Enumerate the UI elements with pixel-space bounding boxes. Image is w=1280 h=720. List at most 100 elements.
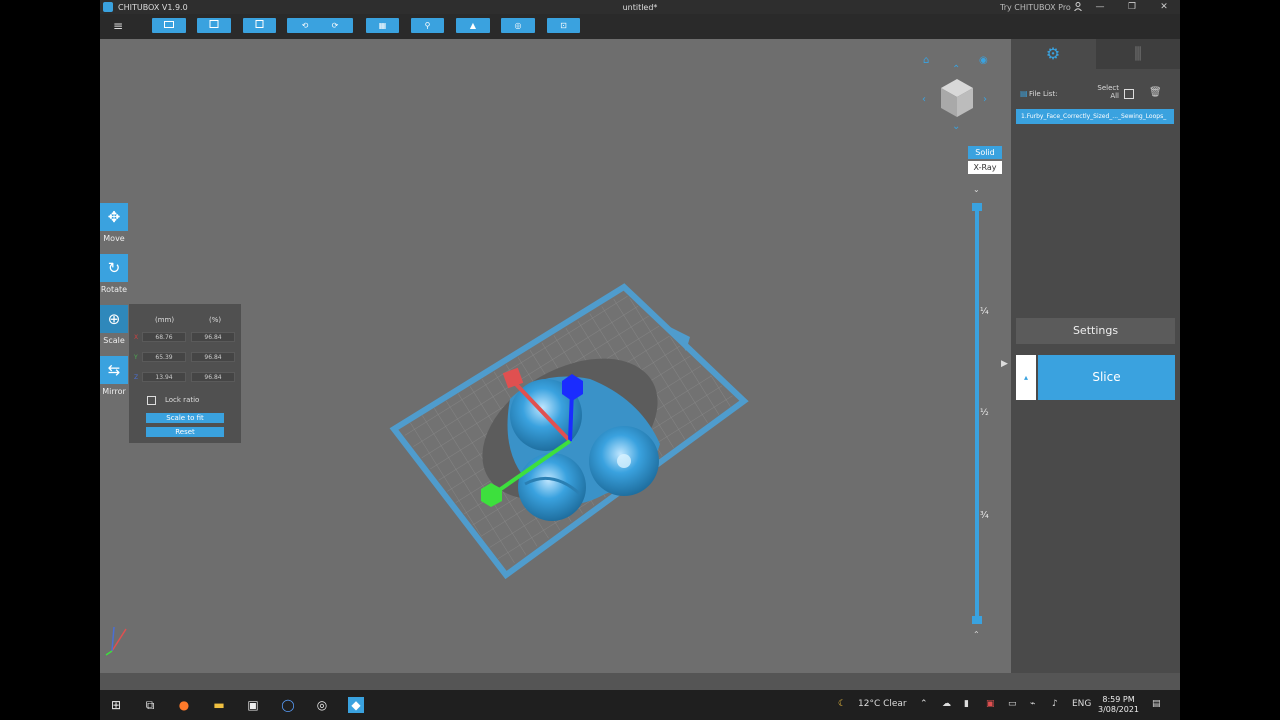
try-pro-link[interactable]: Try CHITUBOX Pro — [1000, 3, 1071, 12]
main-toolbar: ≡ ⟲ ⟳ ▦ ⚲ ▲ ◎ ⊡ — [100, 14, 1180, 39]
mirror-tool-button[interactable]: ⇆ — [100, 356, 128, 384]
app-tray-icon[interactable]: ▣ — [986, 699, 995, 709]
x-mm-field[interactable]: 68.76 — [142, 332, 186, 342]
weather-text[interactable]: 12°C Clear — [858, 699, 907, 709]
x-axis-label: X — [134, 334, 139, 341]
select-all-label: Select All — [1097, 84, 1119, 100]
xray-view-button[interactable]: X-Ray — [968, 161, 1002, 174]
layer-slider-track[interactable] — [975, 207, 979, 620]
save-button[interactable] — [197, 18, 231, 33]
move-tool-button[interactable]: ✥ — [100, 203, 128, 231]
windows-taskbar: ⊞ ⧉ ● ▬ ▣ ◯ ◎ ◆ ☾ 12°C Clear ⌃ ☁ ▮ ▣ ▭ ⌁… — [100, 690, 1180, 720]
move-label: Move — [103, 234, 125, 243]
tools-button[interactable]: ⊡ — [547, 18, 580, 33]
select-all-checkbox[interactable] — [1124, 89, 1134, 99]
percent-header: (%) — [209, 316, 222, 324]
solid-view-button[interactable]: Solid — [968, 146, 1002, 159]
hollow-icon: ▲ — [469, 21, 477, 30]
cloud-icon[interactable]: ☁ — [942, 699, 951, 709]
settings-button[interactable]: Settings — [1016, 318, 1175, 344]
arrow-right-icon[interactable]: › — [983, 94, 987, 105]
trash-icon[interactable]: 🗑 — [1149, 87, 1162, 98]
drill-button[interactable]: ◎ — [501, 18, 535, 33]
file-explorer-icon[interactable]: ▬ — [211, 697, 227, 713]
redo-icon[interactable]: ⟳ — [320, 18, 350, 33]
terminal-icon[interactable]: ▣ — [245, 697, 261, 713]
z-mm-field[interactable]: 13.94 — [142, 372, 186, 382]
tab-supports[interactable]: ⫼ — [1096, 39, 1180, 69]
tab-settings[interactable]: ⚙ — [1011, 39, 1095, 69]
chat-app-icon[interactable]: ◯ — [280, 697, 296, 713]
eye-icon[interactable]: ◉ — [979, 55, 988, 66]
arrow-left-icon[interactable]: ‹ — [922, 94, 926, 105]
home-view-icon[interactable]: ⌂ — [923, 55, 929, 66]
file-list-label: File List: — [1029, 90, 1058, 98]
close-button[interactable]: ✕ — [1150, 0, 1178, 14]
y-percent-field[interactable]: 96.84 — [191, 352, 235, 362]
task-view-icon[interactable]: ⧉ — [142, 697, 158, 713]
z-percent-field[interactable]: 96.84 — [191, 372, 235, 382]
x-percent-field[interactable]: 96.84 — [191, 332, 235, 342]
scale-to-fit-button[interactable]: Scale to fit — [146, 413, 224, 423]
layer-slider-top-knob[interactable] — [972, 203, 982, 211]
slice-button[interactable]: Slice — [1038, 355, 1175, 400]
scale-icon: ⊕ — [107, 310, 121, 328]
build-plate-scene[interactable] — [380, 269, 770, 589]
minimize-button[interactable]: — — [1086, 0, 1114, 14]
project-button[interactable] — [243, 18, 276, 33]
slider-mark-half: ½ — [980, 408, 989, 418]
auto-layout-button[interactable]: ▦ — [366, 18, 399, 33]
file-list-item[interactable]: 1.Furby_Face_Correctly_Sized_..._Sewing_… — [1016, 109, 1174, 124]
clock[interactable]: 8:59 PM 3/08/2021 — [1098, 695, 1139, 715]
lock-ratio-checkbox[interactable] — [147, 396, 156, 405]
scale-tool-button[interactable]: ⊕ — [100, 305, 128, 333]
app-logo-icon — [103, 2, 113, 12]
undo-icon[interactable]: ⟲ — [290, 18, 320, 33]
hollow-button[interactable]: ▲ — [456, 18, 490, 33]
move-icon: ✥ — [107, 208, 121, 226]
rotate-tool-button[interactable]: ↻ — [100, 254, 128, 282]
windows-start-icon[interactable]: ⊞ — [108, 697, 124, 713]
arrow-down-icon[interactable]: ⌄ — [952, 121, 960, 132]
right-letterbox — [1180, 0, 1280, 690]
volume-icon[interactable]: ♪ — [1052, 699, 1058, 709]
network-icon[interactable]: ⌁ — [1030, 699, 1035, 709]
chevron-up-icon[interactable]: ⌃ — [973, 630, 980, 639]
firefox-icon[interactable]: ● — [176, 697, 192, 713]
slice-options-button[interactable]: ▴ — [1016, 355, 1036, 400]
tray-expand-icon[interactable]: ⌃ — [920, 699, 928, 709]
slider-mark-quarter: ¼ — [980, 307, 989, 317]
user-icon[interactable] — [1074, 1, 1082, 13]
layout-icon: ▦ — [378, 21, 387, 30]
mm-header: (mm) — [155, 316, 175, 324]
expand-arrow-icon[interactable]: ▶ — [1001, 359, 1008, 369]
y-mm-field[interactable]: 65.39 — [142, 352, 186, 362]
menu-icon[interactable]: ≡ — [113, 19, 123, 33]
clock-date: 3/08/2021 — [1098, 705, 1140, 714]
axis-indicator — [105, 626, 127, 656]
view-cube[interactable] — [938, 77, 976, 119]
open-file-button[interactable] — [152, 18, 186, 33]
supports-tab-icon: ⫼ — [1134, 44, 1142, 63]
language-indicator[interactable]: ENG — [1072, 699, 1091, 709]
usb-icon[interactable]: ▮ — [964, 699, 969, 709]
restore-button[interactable]: ❐ — [1118, 0, 1146, 14]
obs-icon[interactable]: ◎ — [314, 697, 330, 713]
supports-button[interactable]: ⚲ — [411, 18, 444, 33]
mirror-icon: ⇆ — [107, 361, 121, 379]
moon-icon: ☾ — [838, 699, 847, 709]
arrow-up-icon[interactable]: ⌃ — [952, 64, 960, 75]
y-axis-label: Y — [134, 354, 138, 361]
app-name: CHITUBOX V1.9.0 — [118, 2, 188, 12]
chitubox-taskbar-icon[interactable]: ◆ — [348, 697, 364, 713]
3d-viewport[interactable]: ✥ Move ↻ Rotate ⊕ Scale ⇆ Mirror (mm) (%… — [100, 39, 1011, 673]
project-icon — [255, 20, 264, 28]
notifications-icon[interactable]: ▤ — [1152, 699, 1161, 709]
layer-slider-bottom-knob[interactable] — [972, 616, 982, 624]
drill-icon: ◎ — [514, 21, 522, 30]
reset-button[interactable]: Reset — [146, 427, 224, 437]
battery-icon[interactable]: ▭ — [1008, 699, 1017, 709]
chitubox-window: CHITUBOX V1.9.0 untitled* Try CHITUBOX P… — [100, 0, 1180, 690]
chevron-down-icon[interactable]: ⌄ — [973, 185, 980, 194]
slider-mark-three-quarter: ¾ — [980, 511, 989, 521]
